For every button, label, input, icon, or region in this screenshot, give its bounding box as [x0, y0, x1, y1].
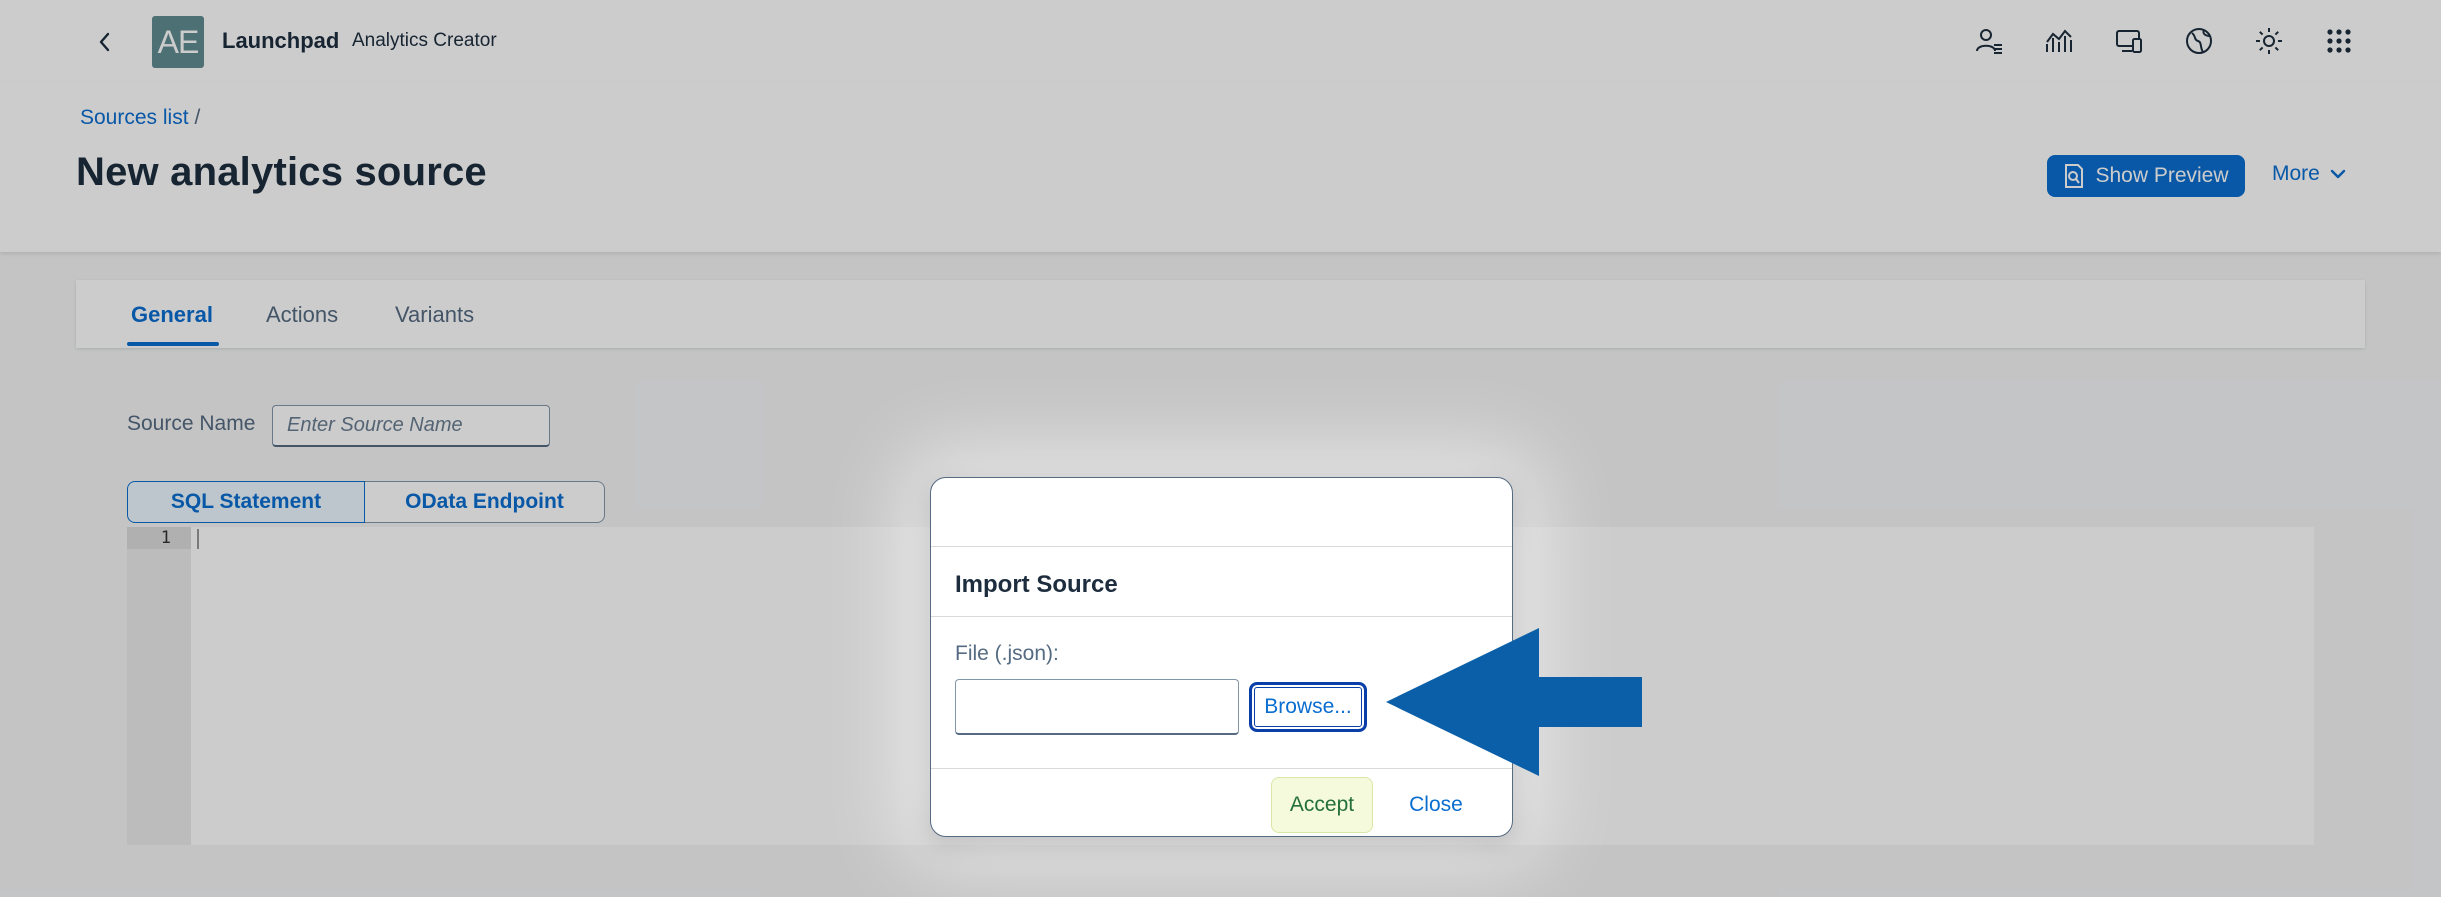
dialog-top-bar: [931, 478, 1512, 547]
dialog-header: Import Source: [931, 547, 1512, 617]
accept-button[interactable]: Accept: [1271, 777, 1373, 833]
close-button[interactable]: Close: [1393, 777, 1479, 833]
file-input[interactable]: [955, 679, 1239, 735]
annotation-arrow-icon: [1386, 628, 1642, 776]
dialog-title: Import Source: [955, 571, 1118, 598]
file-label: File (.json):: [955, 642, 1059, 665]
dialog-footer: Accept Close: [931, 768, 1512, 836]
browse-button[interactable]: Browse...: [1249, 682, 1367, 732]
